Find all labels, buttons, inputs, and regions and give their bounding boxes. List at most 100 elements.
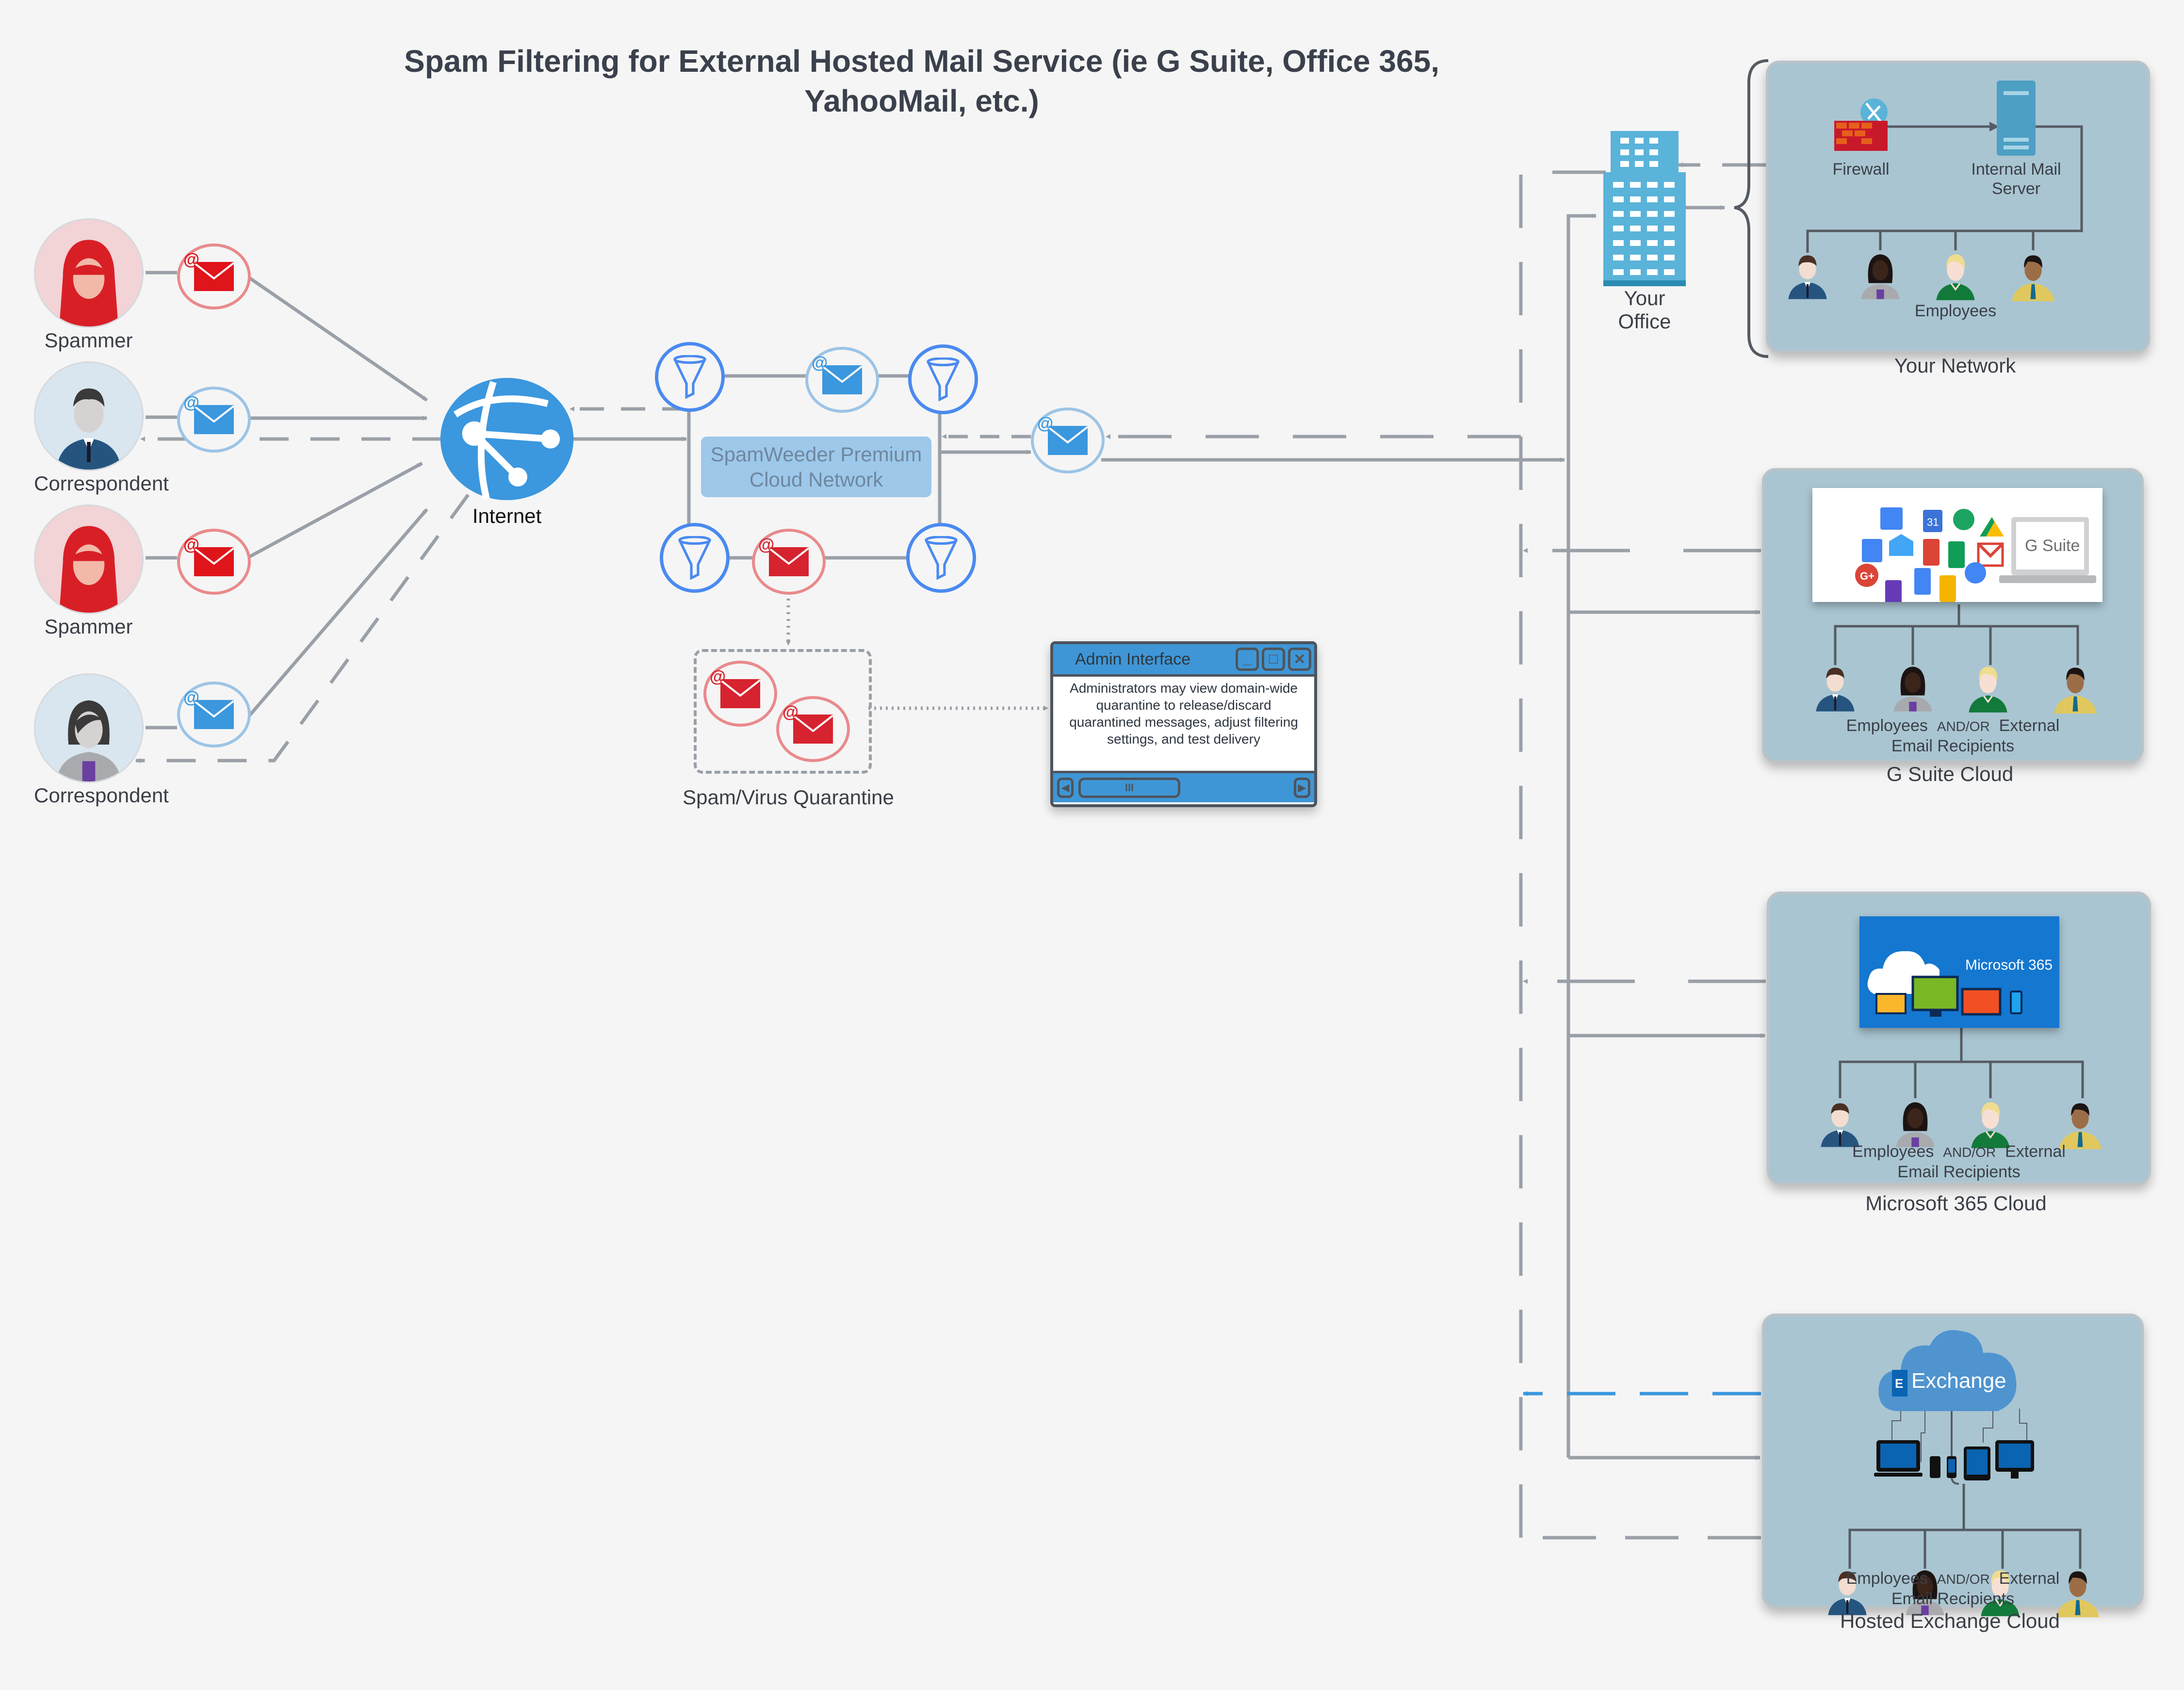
gsuite-cloud-label: G Suite Cloud (1886, 763, 2014, 785)
microsoft365-cloud-panel: Microsoft 365 Employees AND/OR External … (1767, 892, 2151, 1185)
exchange-cloud-label: Hosted Exchange Cloud (1840, 1609, 2060, 1632)
diagram-title: Spam Filtering for External Hosted Mail … (340, 41, 1504, 121)
spammer-avatar (34, 218, 144, 328)
spam-mail-bubble-2: @ (177, 529, 251, 595)
spam-envelope-icon (769, 547, 809, 576)
recipients-external: External (1999, 716, 2060, 735)
recipients-line-2: Email Recipients (1891, 737, 2015, 755)
spam-envelope-icon (793, 715, 833, 744)
gsuite-cloud-panel: 31 G+ G Suite Employees AND/OR External … (1762, 468, 2144, 763)
gsuite-recipients-label: Employees AND/OR External Email Recipien… (1765, 716, 2141, 756)
hooded-spammer-icon (59, 526, 118, 613)
spam-mail-bubble-1: @ (177, 244, 251, 309)
network-brace (1734, 59, 1769, 358)
firewall-icon (1834, 98, 1888, 151)
mail-server-label-line-1: Internal Mail (1971, 160, 2061, 179)
quarantined-mail-1: @ (703, 661, 777, 727)
minimize-button[interactable]: _ (1236, 648, 1259, 671)
employee-man-icon (1813, 1096, 1867, 1149)
spam-mail-bubble-network: @ (752, 529, 826, 595)
filter-node-bottom-right (906, 523, 976, 593)
exchange-logo-text: Exchange (1911, 1369, 2006, 1393)
employee-woman-icon (1886, 660, 1940, 714)
employee-blond-icon (1929, 248, 1982, 301)
dashed-return-bus (1519, 170, 1611, 1538)
sender-label: Spammer (44, 329, 133, 352)
title-line-2: YahooMail, etc.) (804, 83, 1039, 118)
hooded-spammer-icon (59, 240, 118, 326)
spam-envelope-icon (720, 679, 760, 708)
sender-correspondent-1: Correspondent (34, 361, 169, 495)
recipients-line-2: Email Recipients (1897, 1163, 2021, 1181)
mail-server-icon (1997, 81, 2036, 156)
microsoft365-devices-icon: Microsoft 365 (1867, 951, 2053, 1017)
recipients-external: External (2005, 1142, 2066, 1161)
your-network-label: Your Network (1894, 354, 2016, 377)
legit-mail-bubble-outbound: @ (1031, 407, 1105, 473)
sender-spammer-1: Spammer (34, 218, 144, 352)
filter-node-bottom-left (660, 523, 730, 593)
recipients-employees: Employees (1852, 1142, 1934, 1161)
exchange-cloud-panel: E Exchange Employees AND/OR External Ema… (1762, 1314, 2144, 1617)
exchange-cloud-icon: E Exchange (1878, 1330, 2017, 1411)
internet-label: Internet (472, 504, 542, 527)
svg-text:31: 31 (1927, 516, 1939, 528)
employee-man-tie-icon (2049, 660, 2102, 714)
internet-node: Internet (439, 376, 575, 528)
scroll-right-button[interactable]: ▶ (1294, 778, 1310, 798)
spam-envelope-icon (194, 262, 234, 291)
employee-blond-icon (1961, 660, 2015, 714)
microsoft365-cloud-label: Microsoft 365 Cloud (1865, 1192, 2047, 1215)
filter-node-top-right (908, 344, 978, 414)
correspondent-avatar (34, 673, 144, 783)
employee-blond-icon (1964, 1096, 2017, 1149)
mail-server-label-line-2: Server (1991, 179, 2041, 198)
employee-man-tie-icon (2006, 248, 2060, 301)
spammer-avatar (34, 504, 144, 614)
arrow-spam1-internet (246, 275, 428, 402)
office-label: Your Office (1603, 287, 1686, 333)
microsoft365-logo-text: Microsoft 365 (1965, 957, 2053, 973)
sender-spammer-2: Spammer (34, 504, 144, 638)
funnel-icon (673, 355, 706, 399)
admin-title-bar[interactable]: Admin Interface _ □ ✕ (1053, 644, 1314, 677)
scroll-left-button[interactable]: ◀ (1057, 778, 1074, 798)
employee-man-icon (1781, 248, 1834, 301)
svg-text:E: E (1895, 1376, 1903, 1391)
exchange-recipients-label: Employees AND/OR External Email Recipien… (1765, 1569, 2141, 1609)
employees-label: Employees (1914, 302, 1997, 320)
m365-recipients-label: Employees AND/OR External Email Recipien… (1770, 1142, 2148, 1182)
funnel-icon (678, 536, 711, 580)
legit-mail-bubble-2: @ (177, 682, 251, 748)
gsuite-apps-icon: 31 G+ G Suite (1855, 507, 2096, 607)
employee-man-tie-icon (2054, 1096, 2107, 1149)
quarantine-label: Spam/Virus Quarantine (683, 786, 894, 809)
sender-correspondent-2: Correspondent (34, 673, 169, 807)
admin-interface-window[interactable]: Admin Interface _ □ ✕ Administrators may… (1050, 641, 1317, 807)
office-building-icon (1603, 131, 1686, 286)
recipients-andor: AND/OR (1943, 1145, 1996, 1160)
spam-envelope-icon (194, 547, 234, 576)
admin-scrollbar[interactable]: ◀ III ▶ (1053, 771, 1314, 802)
correspondent-avatar (34, 361, 144, 471)
recipients-employees: Employees (1846, 1569, 1928, 1588)
outlook-devices-icon (1874, 1440, 2034, 1480)
male-person-icon (56, 388, 121, 470)
legit-envelope-icon (822, 365, 862, 394)
title-line-1: Spam Filtering for External Hosted Mail … (404, 44, 1439, 79)
admin-description: Administrators may view domain-wide quar… (1069, 681, 1298, 747)
close-button[interactable]: ✕ (1288, 648, 1311, 671)
recipients-line-2: Email Recipients (1891, 1590, 2015, 1608)
recipients-employees: Employees (1846, 716, 1928, 735)
legit-envelope-icon (194, 405, 234, 434)
maximize-button[interactable]: □ (1262, 648, 1285, 671)
svg-text:G+: G+ (1860, 570, 1874, 582)
solid-delivery-bus (1566, 213, 1597, 1458)
scroll-thumb[interactable]: III (1078, 778, 1180, 798)
legit-mail-bubble-network: @ (805, 347, 879, 413)
legit-mail-bubble-1: @ (177, 387, 251, 453)
filter-node-top-left (655, 342, 725, 412)
employee-woman-icon (1854, 248, 1907, 301)
your-network-panel: Firewall Internal Mail Server Employees (1766, 61, 2150, 353)
globe-network-icon (440, 378, 574, 500)
